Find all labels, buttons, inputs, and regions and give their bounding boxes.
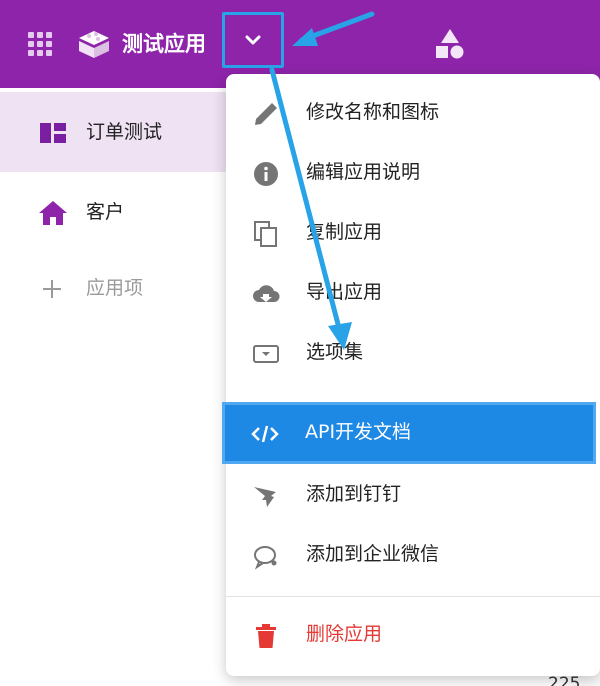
dashboard-icon [40, 123, 66, 143]
menu-item-label: 复制应用 [306, 221, 383, 243]
menu-item-label: 添加到企业微信 [306, 543, 440, 565]
menu-item-api-docs[interactable]: API开发文档 [222, 402, 596, 464]
menu-item-edit-description[interactable]: 编辑应用说明 [226, 142, 600, 202]
menu-item-add-to-dingtalk[interactable]: 添加到钉钉 [226, 464, 600, 524]
dingtalk-icon [254, 487, 276, 507]
sidebar: 订单测试 客户 应用项 [0, 88, 228, 686]
menu-item-export-app[interactable]: 导出应用 [226, 262, 600, 322]
pencil-icon [255, 103, 277, 125]
app-menu-dropdown-button[interactable] [222, 12, 284, 68]
copy-icon [254, 221, 277, 247]
sidebar-item-order-test[interactable]: 订单测试 [0, 92, 228, 172]
cloud-download-icon [253, 285, 280, 302]
menu-item-add-to-wecom[interactable]: 添加到企业微信 [226, 524, 600, 584]
trash-icon [256, 624, 276, 648]
menu-item-label: API开发文档 [305, 421, 412, 443]
app-grid-icon[interactable] [26, 30, 54, 58]
app-logo-icon [79, 31, 109, 58]
menu-item-option-set[interactable]: 选项集 [226, 322, 600, 382]
menu-divider [226, 596, 600, 597]
menu-item-label: 选项集 [306, 341, 364, 363]
sidebar-item-customer[interactable]: 客户 [0, 172, 228, 252]
app-title[interactable]: 测试应用 [122, 26, 206, 62]
shapes-icon[interactable] [434, 27, 466, 59]
sidebar-item-label: 客户 [86, 201, 125, 223]
menu-item-label: 编辑应用说明 [306, 161, 421, 183]
home-icon [39, 201, 67, 225]
sidebar-item-label: 订单测试 [86, 121, 163, 143]
wecom-icon [254, 546, 277, 570]
menu-item-rename[interactable]: 修改名称和图标 [226, 82, 600, 142]
option-set-icon [253, 345, 279, 363]
chevron-down-icon [245, 35, 261, 45]
menu-item-label: 删除应用 [306, 623, 383, 645]
menu-item-label: 导出应用 [306, 281, 383, 303]
menu-item-label: 添加到钉钉 [306, 483, 402, 505]
app-options-menu: 修改名称和图标 编辑应用说明 复制应用 导出应用 选项集 API开发文档 添加到… [222, 74, 600, 676]
plus-icon [43, 280, 61, 298]
menu-item-label: 修改名称和图标 [306, 101, 440, 123]
menu-item-copy-app[interactable]: 复制应用 [226, 202, 600, 262]
info-icon [254, 162, 278, 186]
sidebar-item-label: 应用项 [86, 277, 144, 299]
add-app-item-button[interactable]: 应用项 [0, 248, 228, 328]
code-icon [251, 425, 279, 443]
menu-item-delete-app[interactable]: 删除应用 [226, 604, 600, 664]
